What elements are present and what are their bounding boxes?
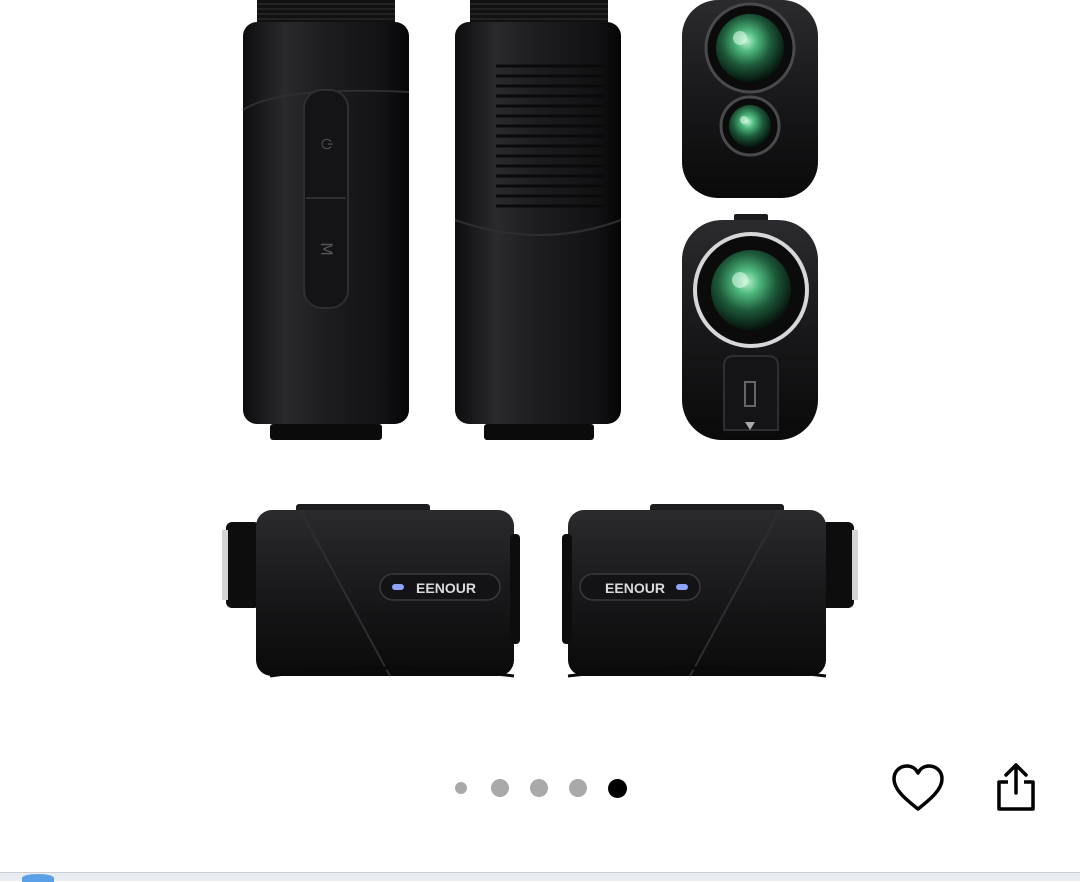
product-image-gallery[interactable]: ⏻ M EENOUR EENOUR bbox=[0, 0, 1080, 745]
pagination-dot-4[interactable] bbox=[569, 779, 587, 797]
share-icon[interactable] bbox=[994, 762, 1038, 812]
toolbar-indicator bbox=[22, 874, 54, 882]
pagination-dot-2[interactable] bbox=[491, 779, 509, 797]
svg-text:⏻: ⏻ bbox=[318, 138, 334, 149]
pagination-dot-3[interactable] bbox=[530, 779, 548, 797]
svg-text:EENOUR: EENOUR bbox=[416, 580, 476, 596]
svg-text:M: M bbox=[317, 242, 336, 256]
rangefinder-front-view bbox=[682, 0, 818, 198]
heart-icon[interactable] bbox=[890, 760, 946, 816]
rangefinder-right-profile: EENOUR bbox=[562, 504, 858, 678]
pagination-dot-5-active[interactable] bbox=[608, 778, 627, 798]
pagination-dot-1[interactable] bbox=[455, 782, 467, 794]
image-pagination bbox=[445, 770, 645, 806]
product-image: ⏻ M EENOUR EENOUR bbox=[222, 0, 858, 678]
rangefinder-rear-view bbox=[682, 214, 818, 440]
rangefinder-side-view: ⏻ M bbox=[242, 0, 410, 440]
rangefinder-left-profile: EENOUR bbox=[222, 504, 520, 678]
rangefinder-back-view bbox=[454, 0, 622, 440]
svg-text:EENOUR: EENOUR bbox=[605, 580, 665, 596]
